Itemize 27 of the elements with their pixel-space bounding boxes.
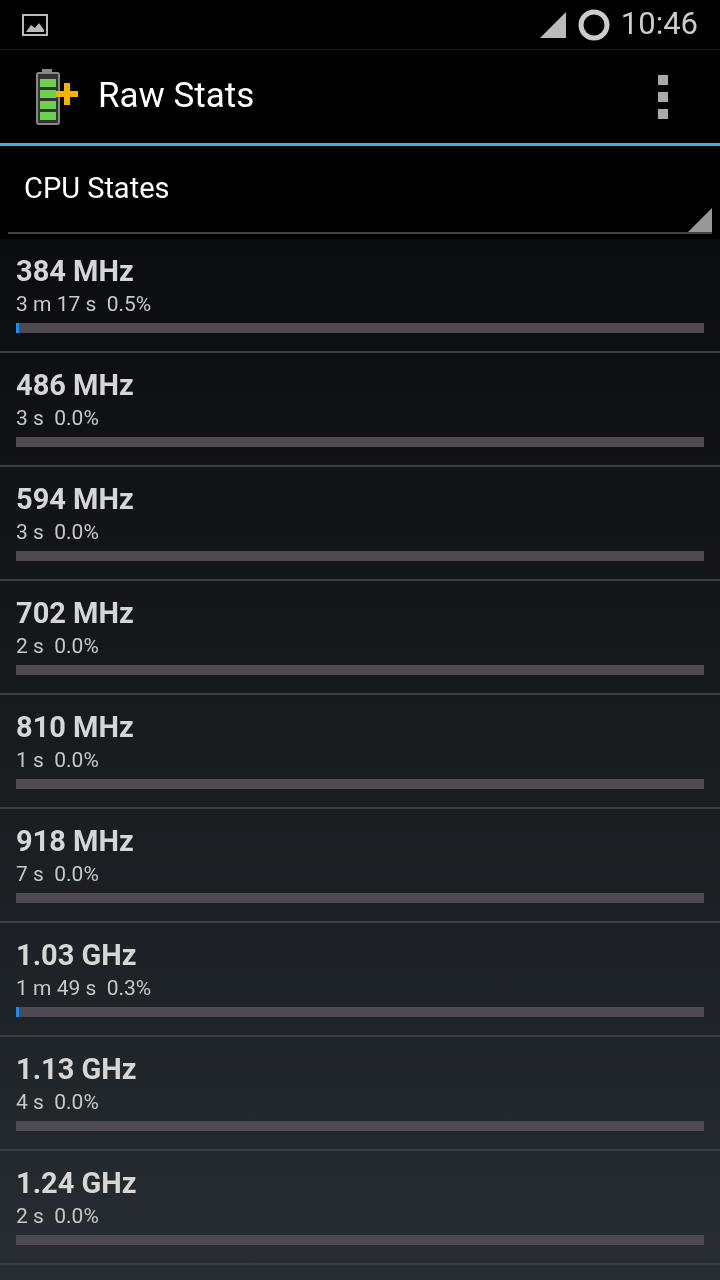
- dropdown-corner-icon: [688, 208, 712, 232]
- time-percentage-reading: 3 s 0.0%: [16, 519, 100, 546]
- frequency-label: 486 MHz: [16, 367, 135, 403]
- time-percentage-reading: 1 s 0.0%: [16, 747, 100, 774]
- app-title: Raw Stats: [98, 74, 255, 119]
- time-percentage-reading: 4 s 0.0%: [16, 1089, 100, 1116]
- battery-plus-icon: [36, 68, 80, 125]
- clock-time: 10:46: [620, 4, 698, 45]
- frequency-label: 918 MHz: [16, 823, 135, 859]
- frequency-label: 1.13 GHz: [16, 1051, 138, 1087]
- time-percentage-reading: 2 s 0.0%: [16, 633, 100, 660]
- time-percentage-reading: 3 s 0.0%: [16, 405, 100, 432]
- frequency-label: 702 MHz: [16, 595, 135, 631]
- frequency-label: 810 MHz: [16, 709, 135, 745]
- time-percentage-reading: 3 m 17 s 0.5%: [16, 291, 153, 318]
- signal-icon: [538, 10, 567, 39]
- overflow-menu-icon[interactable]: [656, 72, 670, 121]
- frequency-label: 1.03 GHz: [16, 937, 138, 973]
- time-percentage-reading: 7 s 0.0%: [16, 861, 100, 888]
- sync-ring-icon: [576, 7, 611, 42]
- time-percentage-reading: 1 m 49 s 0.3%: [16, 975, 153, 1002]
- dropdown-spinner[interactable]: CPU States: [8, 146, 712, 234]
- frequency-label: 384 MHz: [16, 253, 135, 289]
- frequency-label: 594 MHz: [16, 481, 135, 517]
- time-percentage-reading: 2 s 0.0%: [16, 1203, 100, 1230]
- picture-notification-icon: [22, 13, 48, 36]
- frequency-label: 1.24 GHz: [16, 1165, 138, 1201]
